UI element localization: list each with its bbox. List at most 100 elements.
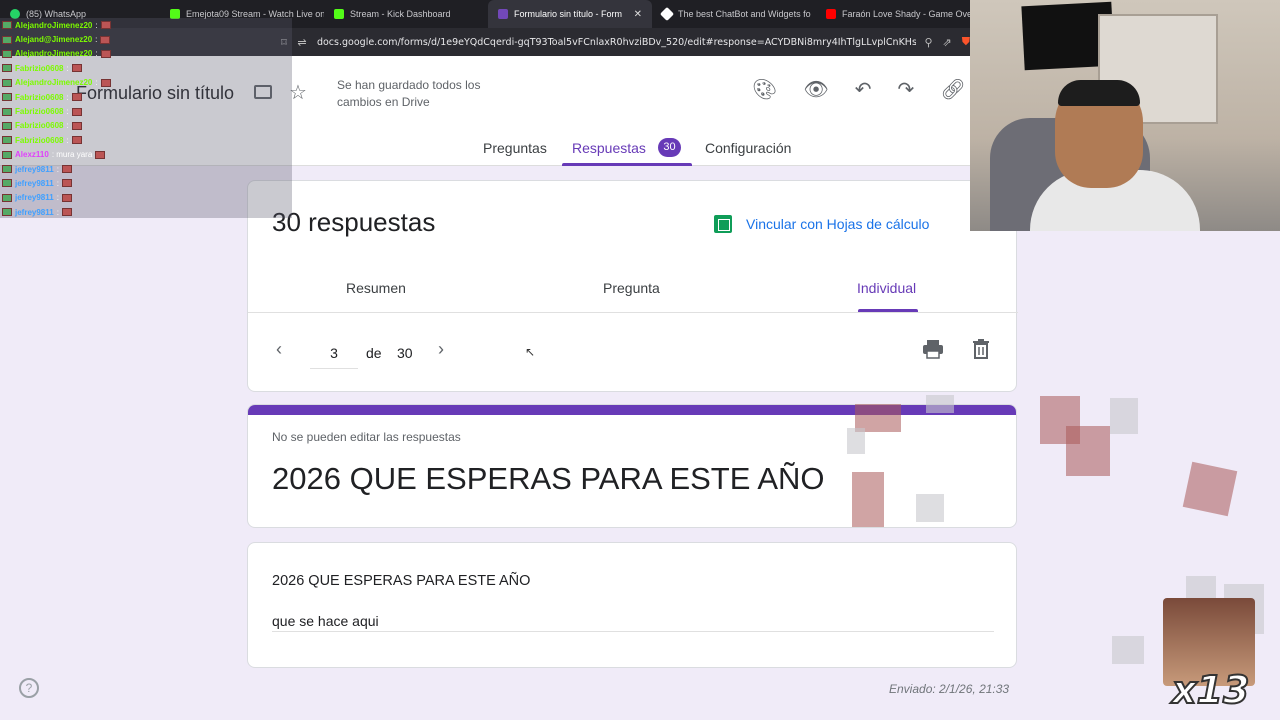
response-count-heading: 30 respuestas [272,207,436,237]
save-status: Se han guardado todos los cambios en Dri… [337,78,481,109]
subtab-divider [248,312,1018,313]
chat-username[interactable]: Alejand@Jimenez20 [15,35,92,44]
emote-overlay [847,428,865,454]
answer-underline [272,631,994,632]
tab-configuracion[interactable]: Configuración [705,140,791,156]
chat-message: AlejandroJimenez20: [0,47,292,61]
chat-username[interactable]: AlejandroJimenez20 [15,78,92,87]
chat-username[interactable]: Fabrizio0608 [15,121,63,130]
chat-username[interactable]: jefrey9811 [15,208,54,217]
help-icon[interactable]: ? [19,678,39,698]
emote-overlay [1112,636,1144,664]
response-number-input[interactable]: 3 [310,345,358,369]
tab-label: Faraón Love Shady - Game Over Fa [842,9,970,19]
response-title-card: No se pueden editar las respuestas 2026 … [247,404,1017,528]
chat-username[interactable]: Fabrizio0608 [15,64,63,73]
google-forms-icon [498,9,508,19]
chat-text: : [95,78,98,88]
subtab-resumen[interactable]: Resumen [346,280,406,296]
chat-text: : [66,107,69,117]
chat-message: Fabrizio0608: [0,119,292,133]
link-sheets-button[interactable]: Vincular con Hojas de cálculo [714,215,929,233]
chat-text: : [56,178,59,188]
chat-message: AlejandroJimenez20: [0,18,292,32]
chat-emote-icon [61,208,72,217]
chat-text: : [66,135,69,145]
chat-message: AlejandroJimenez20: [0,76,292,90]
emote-overlay [852,472,884,527]
chat-badge-icon [2,35,12,44]
print-icon[interactable] [922,339,944,359]
chat-badge-icon [2,150,12,159]
chat-message: Fabrizio0608: [0,61,292,75]
chat-username[interactable]: jefrey9811 [15,179,54,188]
undo-icon[interactable]: ↶ [855,77,872,102]
chat-text: : [95,20,98,30]
browser-tab-chatbot[interactable]: The best ChatBot and Widgets fo [652,0,816,28]
chat-emote-icon [100,35,111,44]
chat-username[interactable]: jefrey9811 [15,193,54,202]
browser-tab-kick-dashboard[interactable]: Stream - Kick Dashboard [324,0,488,28]
chat-badge-icon [2,208,12,217]
chat-message: Fabrizio0608: [0,90,292,104]
chat-message: jefrey9811: [0,176,292,190]
url-text[interactable]: docs.google.com/forms/d/1e9eYQdCqerdi-gq… [317,37,917,48]
tab-label: Stream - Kick Dashboard [350,9,451,19]
response-count-badge: 30 [658,138,681,157]
chat-text: : mura yara [51,150,93,160]
submitted-timestamp: Enviado: 2/1/26, 21:33 [889,682,1010,696]
chat-username[interactable]: AlejandroJimenez20 [15,21,92,30]
chat-text: : [66,121,69,131]
chatbot-icon [659,6,675,22]
subtab-pregunta[interactable]: Pregunta [603,280,660,296]
chat-message: Fabrizio0608: [0,104,292,118]
chat-username[interactable]: jefrey9811 [15,165,54,174]
chat-emote-icon [71,121,82,130]
link-icon[interactable]: 🔗︎ [940,77,965,102]
delete-icon[interactable] [972,339,990,359]
zoom-icon[interactable]: ⚲ [924,36,932,49]
tab-respuestas[interactable]: Respuestas [572,140,646,156]
redo-icon[interactable]: ↷ [898,77,915,102]
chat-username[interactable]: Fabrizio0608 [15,107,63,116]
answer-text: que se hace aqui [272,613,379,629]
subtab-individual[interactable]: Individual [857,280,916,296]
chat-text: : [56,207,59,217]
chat-message: Alexz110: mura yara [0,148,292,162]
browser-tab-forms[interactable]: Formulario sin título - Formulari ✕ [488,0,652,28]
chat-emote-icon [61,179,72,188]
chat-emote-icon [61,193,72,202]
chat-badge-icon [2,179,12,188]
next-response-icon[interactable]: › [438,339,444,360]
chat-username[interactable]: Fabrizio0608 [15,93,63,102]
chat-text: : [66,63,69,73]
no-edit-notice: No se pueden editar las respuestas [272,430,461,444]
browser-tab-youtube[interactable]: Faraón Love Shady - Game Over Fa [816,0,970,28]
previous-response-icon[interactable]: ‹ [276,339,282,360]
webcam-overlay [970,0,1280,231]
chat-text: : [56,193,59,203]
brave-shield-icon[interactable]: ⛊ [962,36,970,49]
site-info-icon[interactable]: ⇌ [293,36,311,49]
chat-message: jefrey9811: [0,191,292,205]
close-tab-icon[interactable]: ✕ [634,9,642,20]
emote-overlay [916,494,944,522]
chat-emote-icon [100,78,111,87]
share-icon[interactable]: ⇗ [943,36,952,49]
chat-emote-icon [95,150,106,159]
palette-icon[interactable]: 🎨︎ [752,77,777,102]
preview-eye-icon[interactable]: 👁︎ [803,77,828,102]
tab-preguntas[interactable]: Preguntas [483,140,547,156]
chat-emote-icon [71,93,82,102]
chat-emote-icon [71,107,82,116]
tab-label: The best ChatBot and Widgets fo [678,9,811,19]
chat-message: Fabrizio0608: [0,133,292,147]
chat-username[interactable]: Alexz110 [15,150,49,159]
chat-username[interactable]: AlejandroJimenez20 [15,49,92,58]
chat-badge-icon [2,121,12,130]
chat-badge-icon [2,193,12,202]
chat-username[interactable]: Fabrizio0608 [15,136,63,145]
responses-summary-card: 30 respuestas Vincular con Hojas de cálc… [247,180,1018,392]
chat-badge-icon [2,165,12,174]
chat-text: : [56,164,59,174]
